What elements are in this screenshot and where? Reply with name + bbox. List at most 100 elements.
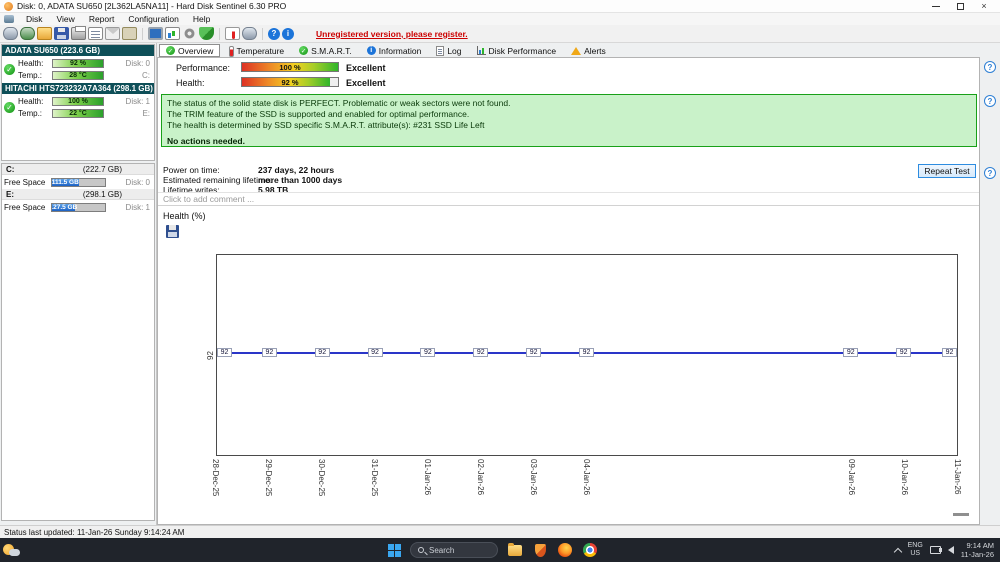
- chart-x-tick-label: 28-Dec-25: [211, 459, 220, 497]
- disk-entry-hitachi[interactable]: HITACHI HTS723232A7A364 (298.1 GB) ✓ Hea…: [2, 83, 154, 121]
- tab-smart[interactable]: ✓ S.M.A.R.T.: [292, 44, 359, 57]
- maximize-button[interactable]: [948, 0, 972, 12]
- menu-help[interactable]: Help: [186, 14, 217, 24]
- start-button[interactable]: [388, 543, 401, 557]
- alerts-icon: [571, 46, 582, 55]
- monitor-icon[interactable]: [148, 27, 163, 40]
- disk-entry-adata[interactable]: ADATA SU650 (223.6 GB) ✓ Health: 92 % Di…: [2, 45, 154, 83]
- help-strip: ? ? ?: [980, 57, 1000, 525]
- taskbar-app-browser[interactable]: [582, 542, 598, 558]
- tab-alerts[interactable]: Alerts: [564, 44, 613, 57]
- screen: Disk: 0, ADATA SU650 [2L362LA5NA11] - Ha…: [0, 0, 1000, 562]
- save-chart-icon[interactable]: [166, 225, 179, 238]
- remaining-lifetime-label: Estimated remaining lifetime:: [163, 175, 273, 185]
- taskbar-app-security[interactable]: [532, 542, 548, 558]
- free-space-bar: 111.5 GB: [51, 177, 106, 187]
- chart-y-tick-label: 92: [206, 351, 215, 360]
- weather-widget-icon[interactable]: [3, 543, 21, 557]
- shield-icon[interactable]: [199, 27, 214, 40]
- thermometer-icon: [228, 45, 235, 57]
- language-indicator[interactable]: ENG US: [908, 542, 923, 558]
- unregistered-link[interactable]: Unregistered version, please register.: [316, 29, 468, 39]
- minimize-button[interactable]: [924, 0, 948, 12]
- disk-status-textbox: The status of the solid state disk is PE…: [161, 94, 977, 147]
- tab-label: Log: [447, 45, 462, 56]
- disk-header[interactable]: ADATA SU650 (223.6 GB): [2, 45, 154, 56]
- taskbar-center: Search: [388, 538, 598, 562]
- chart-point-label: 92: [896, 348, 912, 357]
- disk-surface-icon[interactable]: [20, 27, 35, 40]
- minimize-icon: [932, 5, 940, 7]
- language-line2: US: [910, 550, 921, 557]
- chart-x-tick-label: 04-Jan-26: [582, 459, 591, 496]
- remaining-lifetime-value: more than 1000 days: [258, 175, 343, 185]
- disk-menu-icon: [4, 15, 14, 23]
- tabbar: ✓ Overview Temperature ✓ S.M.A.R.T. i In…: [157, 43, 1000, 57]
- taskbar-app-firefox[interactable]: [557, 542, 573, 558]
- chart-x-tick-label: 09-Jan-26: [847, 459, 856, 496]
- graph-icon[interactable]: [165, 27, 180, 40]
- security-shield-icon: [534, 543, 546, 557]
- chart-point-label: 92: [843, 348, 859, 357]
- toolbar-separator: [219, 27, 220, 40]
- tab-label: Alerts: [584, 45, 606, 56]
- temperature-toolbar-icon[interactable]: [225, 27, 240, 40]
- tray-chevron-icon[interactable]: [893, 547, 902, 556]
- comment-field[interactable]: Click to add comment ...: [158, 192, 979, 206]
- status-help-icon[interactable]: ?: [984, 95, 996, 107]
- menu-report[interactable]: Report: [82, 14, 122, 24]
- chart-x-tick-label: 11-Jan-26: [953, 459, 962, 495]
- chart-x-tick-label: 01-Jan-26: [422, 459, 432, 496]
- report-icon[interactable]: [88, 27, 103, 40]
- taskbar-clock[interactable]: 9:14 AM 11-Jan-26: [961, 541, 994, 560]
- settings-icon[interactable]: [182, 27, 197, 40]
- maximize-icon: [956, 2, 964, 10]
- partition-size: (298.1 GB): [82, 189, 122, 199]
- partition-entry-c[interactable]: C: (222.7 GB) Free Space 111.5 GB Disk: …: [2, 164, 154, 189]
- power-on-label: Power on time:: [163, 165, 220, 175]
- tab-overview[interactable]: ✓ Overview: [159, 44, 221, 57]
- health-bar: 100 %: [52, 97, 104, 106]
- disk-header[interactable]: HITACHI HTS723232A7A364 (298.1 GB): [2, 83, 154, 94]
- overview-check-icon: ✓: [166, 46, 175, 55]
- disk-ok-icon: ✓: [4, 102, 15, 113]
- health-chart-xaxis: 28-Dec-25 29-Dec-25 30-Dec-25 31-Dec-25 01-J…: [211, 457, 962, 505]
- email-icon[interactable]: [105, 27, 120, 40]
- help-icon[interactable]: ?: [268, 27, 280, 40]
- partition-entry-e[interactable]: E: (298.1 GB) Free Space 127.5 GB Disk: …: [2, 189, 154, 214]
- chart-x-tick-label: 29-Dec-25: [263, 459, 273, 497]
- performance-label: Performance:: [176, 63, 231, 73]
- disk-number: Disk: 1: [125, 202, 150, 212]
- menu-configuration[interactable]: Configuration: [121, 14, 186, 24]
- info-icon[interactable]: i: [282, 27, 294, 40]
- clipboard-icon[interactable]: [122, 27, 137, 40]
- test-help-icon[interactable]: ?: [984, 167, 996, 179]
- status-line: The status of the solid state disk is PE…: [167, 98, 511, 108]
- status-line: The TRIM feature of the SSD is supported…: [167, 109, 470, 120]
- hdd-icon[interactable]: [242, 27, 257, 40]
- taskbar: Search ENG US 9:14 AM 11-Jan-26: [0, 538, 1000, 562]
- close-button[interactable]: ×: [972, 0, 996, 12]
- speaker-icon[interactable]: [938, 546, 954, 554]
- taskbar-search[interactable]: Search: [410, 542, 498, 558]
- tab-disk-performance[interactable]: Disk Performance: [470, 44, 564, 57]
- detect-disks-icon[interactable]: [3, 27, 18, 40]
- print-icon[interactable]: [71, 26, 86, 40]
- health-meter: 92 %: [241, 77, 339, 87]
- disk-list: ADATA SU650 (223.6 GB) ✓ Health: 92 % Di…: [1, 44, 155, 161]
- performance-help-icon[interactable]: ?: [984, 61, 996, 73]
- tab-log[interactable]: Log: [429, 44, 468, 57]
- health-rating: Excellent: [346, 78, 386, 88]
- temp-label: Temp.:: [18, 109, 43, 118]
- chart-scrollbar[interactable]: [953, 513, 969, 516]
- chart-point-label: 92: [473, 348, 489, 357]
- folders-icon[interactable]: [37, 27, 52, 40]
- tab-temperature[interactable]: Temperature: [221, 44, 291, 57]
- tab-information[interactable]: i Information: [360, 44, 429, 57]
- menu-view[interactable]: View: [50, 14, 82, 24]
- no-actions-text: No actions needed.: [167, 135, 245, 146]
- save-report-icon[interactable]: [54, 27, 69, 40]
- menu-disk[interactable]: Disk: [19, 14, 50, 24]
- taskbar-app-explorer[interactable]: [507, 542, 523, 558]
- repeat-test-button[interactable]: Repeat Test: [918, 164, 976, 178]
